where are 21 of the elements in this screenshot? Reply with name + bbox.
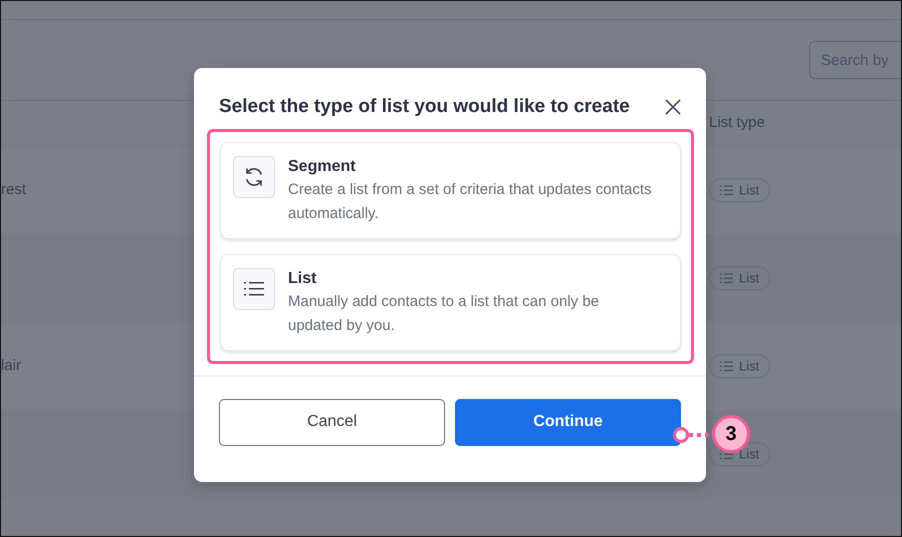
- list-type-label: List: [739, 181, 760, 200]
- refresh-icon: [233, 156, 275, 198]
- dialog-title: Select the type of list you would like to create: [219, 96, 630, 119]
- option-title: Segment: [288, 156, 357, 177]
- continue-button[interactable]: Continue: [455, 398, 681, 446]
- option-card[interactable]: Segment Create a list from a set of criteria that updates contacts automatically.: [220, 142, 681, 239]
- list-icon: [233, 268, 275, 310]
- list-type-label: List: [739, 357, 760, 376]
- cancel-button[interactable]: Cancel: [219, 398, 445, 446]
- list-name: lair: [1, 356, 22, 376]
- list-icon: [720, 361, 733, 371]
- list-type-label: List: [739, 269, 760, 288]
- list-name: rest: [1, 180, 26, 200]
- option-description: Manually add contacts to a list that can only be updated by you.: [288, 292, 600, 336]
- column-header: List type: [709, 112, 765, 133]
- option-description: Create a list from a set of criteria that updates contacts automatically.: [288, 180, 653, 224]
- option-card[interactable]: List Manually add contacts to a list that can only be updated by you.: [220, 254, 681, 351]
- list-icon: [720, 185, 733, 195]
- list-icon: [720, 273, 733, 283]
- option-title: List: [288, 268, 318, 289]
- close-icon[interactable]: [664, 98, 682, 116]
